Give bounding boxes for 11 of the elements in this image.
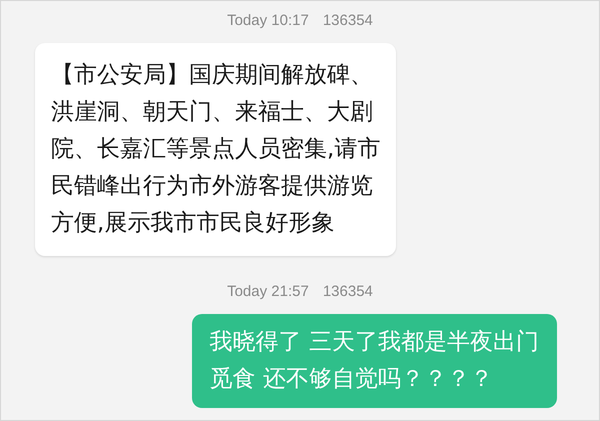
sender-number: 136354 (322, 12, 373, 28)
message-text: 我晓得了 三天了我都是半夜出门 (210, 328, 539, 357)
message-time: Today 21:57 (227, 282, 309, 300)
message-text: 【市公安局】国庆期间解放碑、 (51, 61, 373, 90)
message-text: 洪崖洞、朝天门、来福士、大剧 (51, 98, 373, 127)
message-text: 觅食 还不够自觉吗？？？？ (210, 365, 493, 394)
message-text: 方便,展示我市市民良好形象 (51, 209, 334, 238)
message-time: Today 10:17 (227, 12, 309, 28)
message-text: 院、长嘉汇等景点人员密集,请市 (51, 135, 380, 164)
message-text: 民错峰出行为市外游客提供游览 (51, 172, 373, 201)
sender-number: 136354 (322, 282, 373, 300)
